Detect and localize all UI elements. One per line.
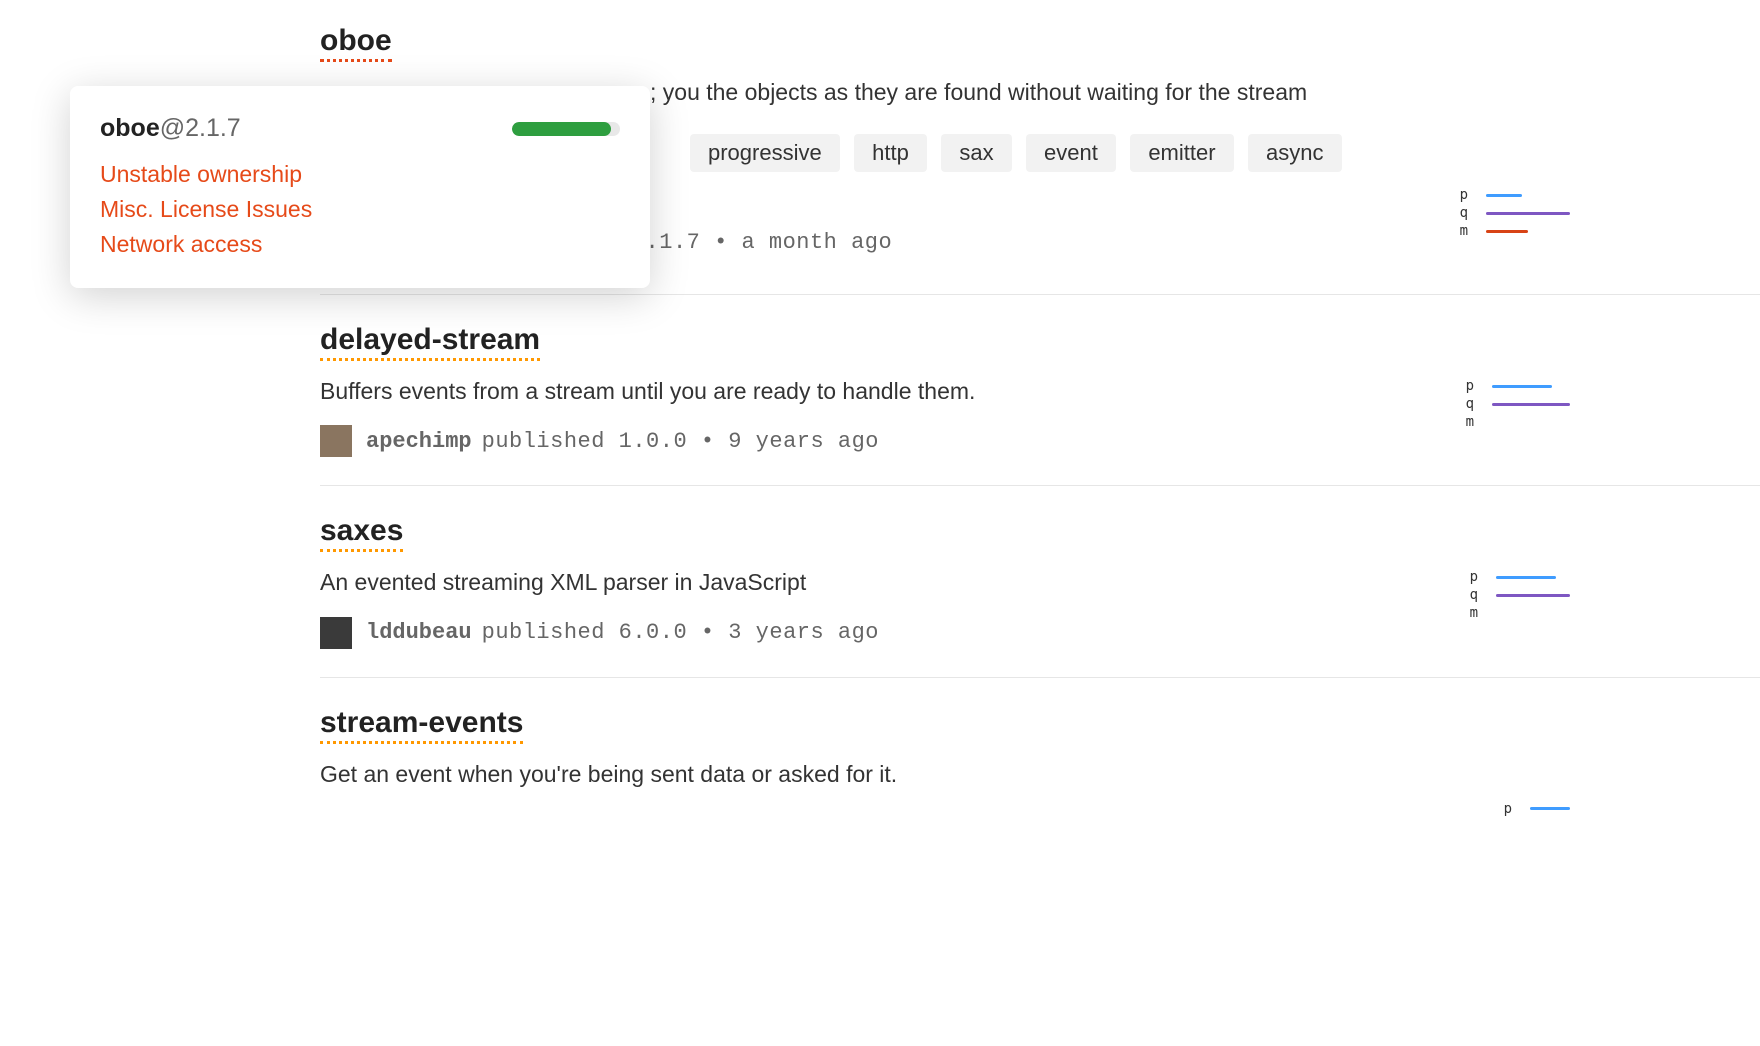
popover-issue[interactable]: Network access — [100, 231, 620, 258]
popover-package-name: oboe — [100, 114, 160, 142]
popover-score-fill — [512, 122, 611, 136]
score-label-p: p — [1494, 801, 1512, 817]
score-label-q: q — [1450, 205, 1468, 221]
score-label-p: p — [1460, 569, 1478, 585]
author-avatar[interactable] — [320, 425, 352, 457]
score-bar-p — [1486, 194, 1522, 197]
popover-issue[interactable]: Misc. License Issues — [100, 196, 620, 223]
tag[interactable]: emitter — [1130, 134, 1233, 172]
score-label-p: p — [1450, 187, 1468, 203]
publish-info: published 1.0.0 • 9 years ago — [482, 429, 879, 454]
author-avatar[interactable] — [320, 617, 352, 649]
package-link-saxes[interactable]: saxes — [320, 514, 403, 552]
result-saxes: saxes An evented streaming XML parser in… — [320, 514, 1760, 677]
tag[interactable]: event — [1026, 134, 1116, 172]
package-description: ; you the objects as they are found with… — [650, 76, 1760, 108]
score-label-m: m — [1460, 605, 1478, 621]
score-bars: p — [1494, 802, 1570, 816]
tag[interactable]: progressive — [690, 134, 840, 172]
score-bar-p — [1496, 576, 1556, 579]
package-meta: apechimp published 1.0.0 • 9 years ago — [320, 425, 1760, 457]
publish-info: published 6.0.0 • 3 years ago — [482, 620, 879, 645]
score-bars: p q m — [1456, 379, 1570, 429]
popover-score-pill — [512, 122, 620, 136]
score-bar-m — [1486, 230, 1528, 233]
score-label-p: p — [1456, 378, 1474, 394]
package-link-stream-events[interactable]: stream-events — [320, 706, 523, 744]
tag[interactable]: async — [1248, 134, 1341, 172]
score-label-m: m — [1450, 223, 1468, 239]
result-delayed-stream: delayed-stream Buffers events from a str… — [320, 323, 1760, 486]
author-name[interactable]: apechimp — [366, 429, 472, 454]
popover-version: @2.1.7 — [160, 114, 241, 142]
package-link-delayed-stream[interactable]: delayed-stream — [320, 323, 540, 361]
score-label-q: q — [1456, 396, 1474, 412]
package-description: Get an event when you're being sent data… — [320, 758, 1490, 790]
score-label-m: m — [1456, 414, 1474, 430]
score-bars: p q m — [1460, 570, 1570, 620]
author-name[interactable]: lddubeau — [366, 620, 472, 645]
score-bar-p — [1492, 385, 1552, 388]
tags-row: progressive http sax event emitter async — [690, 134, 1760, 172]
score-bar-p — [1530, 807, 1570, 810]
package-description: Buffers events from a stream until you a… — [320, 375, 1490, 407]
result-stream-events: stream-events Get an event when you're b… — [320, 706, 1760, 836]
tag[interactable]: http — [854, 134, 927, 172]
package-meta: lddubeau published 6.0.0 • 3 years ago — [320, 617, 1760, 649]
score-bar-q — [1486, 212, 1570, 215]
package-hover-popover: oboe@2.1.7 Unstable ownership Misc. Lice… — [70, 86, 650, 288]
score-bar-q — [1496, 594, 1570, 597]
tag[interactable]: sax — [941, 134, 1011, 172]
score-label-q: q — [1460, 587, 1478, 603]
popover-title: oboe@2.1.7 — [100, 114, 241, 143]
popover-issue[interactable]: Unstable ownership — [100, 161, 620, 188]
score-bar-q — [1492, 403, 1570, 406]
package-description: An evented streaming XML parser in JavaS… — [320, 566, 1490, 598]
package-link-oboe[interactable]: oboe — [320, 24, 392, 62]
score-bars: p q m — [1450, 188, 1570, 238]
